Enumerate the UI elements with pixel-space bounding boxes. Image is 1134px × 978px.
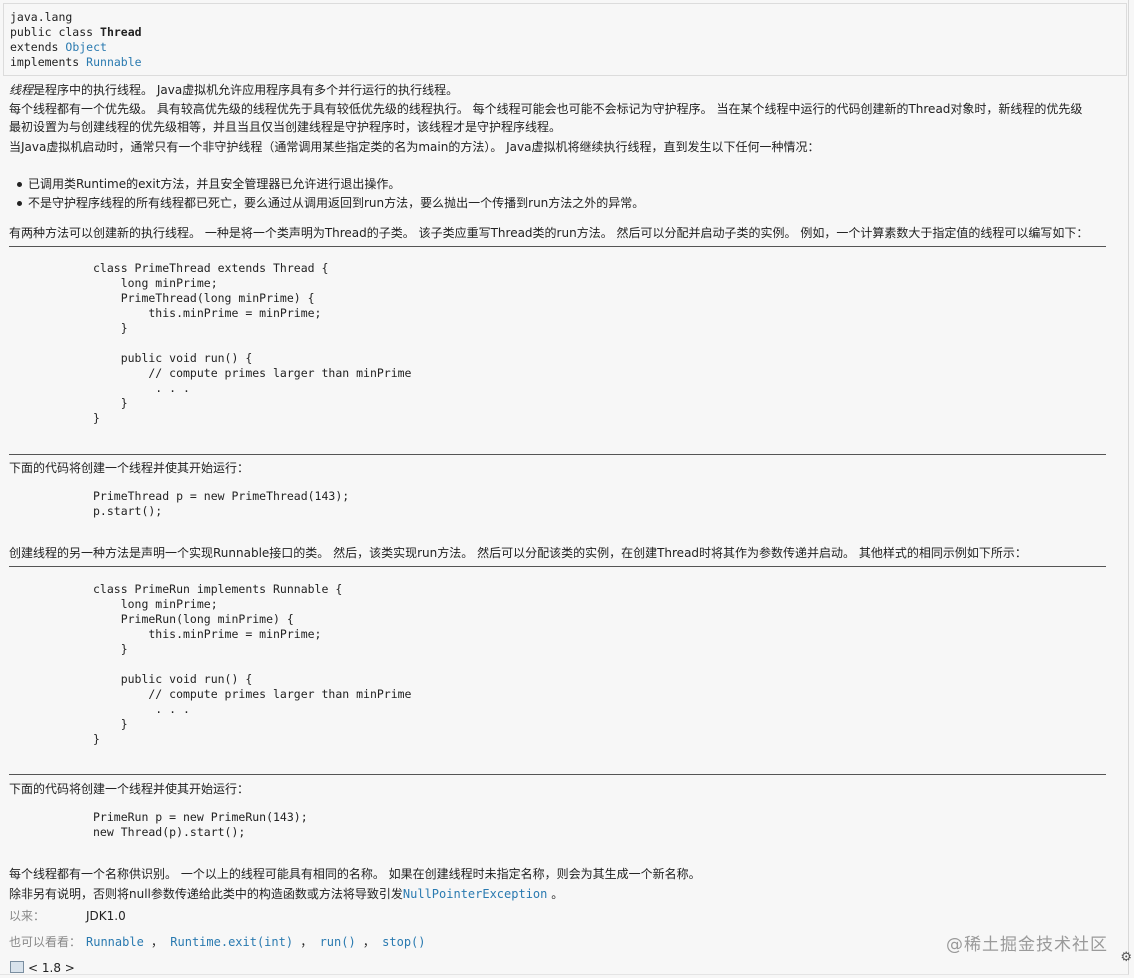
- desc-paragraph-9: 除非另有说明，否则将null参数传递给此类中的构造函数或方法将导致引发NullP…: [9, 887, 564, 901]
- code-example-start-run: PrimeRun p = new PrimeRun(143); new Thre…: [93, 810, 308, 839]
- extends-line: extends Object: [10, 40, 107, 54]
- divider: [9, 246, 1106, 247]
- divider: [9, 454, 1106, 455]
- see-also-link-runnable[interactable]: Runnable: [86, 935, 144, 949]
- list-item: 已调用类Runtime的exit方法，并且安全管理器已允许进行退出操作。: [0, 175, 644, 194]
- version-label[interactable]: < 1.8 >: [28, 961, 75, 975]
- exit-conditions-list: 已调用类Runtime的exit方法，并且安全管理器已允许进行退出操作。 不是守…: [0, 175, 644, 213]
- divider: [9, 566, 1106, 567]
- see-also-links: Runnable ， Runtime.exit(int) ， run() ， s…: [86, 935, 426, 949]
- package-name: java.lang: [10, 10, 73, 24]
- since-value: JDK1.0: [86, 909, 126, 923]
- desc-paragraph-2a: 每个线程都有一个优先级。 具有较高优先级的线程优先于具有较低优先级的线程执行。 …: [9, 102, 1083, 116]
- watermark: @稀土掘金技术社区: [946, 935, 1108, 955]
- desc-paragraph-8: 每个线程都有一个名称供识别。 一个以上的线程可能具有相同的名称。 如果在创建线程…: [9, 867, 701, 881]
- list-item: 不是守护程序线程的所有线程都已死亡，要么通过从调用返回到run方法，要么抛出一个…: [0, 194, 644, 213]
- bullet-icon: [17, 182, 22, 187]
- see-also-link-runtime-exit[interactable]: Runtime.exit(int): [170, 935, 293, 949]
- desc-paragraph-4: 有两种方法可以创建新的执行线程。 一种是将一个类声明为Thread的子类。 该子…: [9, 226, 1089, 240]
- implements-line: implements Runnable: [10, 55, 142, 69]
- divider: [9, 774, 1106, 775]
- gear-icon[interactable]: ⚙: [1120, 950, 1132, 965]
- code-example-prime-run: class PrimeRun implements Runnable { lon…: [93, 582, 412, 746]
- code-example-prime-thread: class PrimeThread extends Thread { long …: [93, 261, 412, 425]
- version-icon: [10, 961, 24, 973]
- see-also-row: 也可以看看： Runnable ， Runtime.exit(int) ， ru…: [9, 934, 426, 951]
- desc-paragraph-6: 创建线程的另一种方法是声明一个实现Runnable接口的类。 然后，该类实现ru…: [9, 546, 1027, 560]
- class-signature-block: java.lang public class Thread extends Ob…: [3, 3, 1127, 76]
- since-row: 以来： JDK1.0: [9, 908, 126, 925]
- desc-paragraph-5: 下面的代码将创建一个线程并使其开始运行：: [9, 461, 250, 475]
- desc-paragraph-3: 当Java虚拟机启动时，通常只有一个非守护线程（通常调用某些指定类的名为main…: [9, 140, 820, 154]
- desc-paragraph-1: 线程是程序中的执行线程。 Java虚拟机允许应用程序具有多个并行运行的执行线程。: [9, 83, 459, 97]
- see-also-label: 也可以看看：: [9, 935, 82, 949]
- bullet-icon: [17, 201, 22, 206]
- code-example-start-thread: PrimeThread p = new PrimeThread(143); p.…: [93, 489, 350, 518]
- extends-link[interactable]: Object: [65, 40, 107, 54]
- desc-paragraph-2b: 最初设置为与创建线程的优先级相等，并且当且仅当创建线程是守护程序时，该线程才是守…: [9, 120, 562, 134]
- class-name: Thread: [100, 25, 142, 39]
- since-label: 以来：: [9, 909, 46, 923]
- desc-paragraph-7: 下面的代码将创建一个线程并使其开始运行：: [9, 782, 250, 796]
- class-declaration: public class Thread: [10, 25, 142, 39]
- class-signature: java.lang public class Thread extends Ob…: [10, 10, 142, 70]
- see-also-link-stop[interactable]: stop(): [382, 935, 425, 949]
- see-also-link-run[interactable]: run(): [320, 935, 356, 949]
- version-selector[interactable]: < 1.8 >: [10, 961, 75, 975]
- null-pointer-exception-link[interactable]: NullPointerException: [403, 887, 548, 901]
- implements-link[interactable]: Runnable: [86, 55, 141, 69]
